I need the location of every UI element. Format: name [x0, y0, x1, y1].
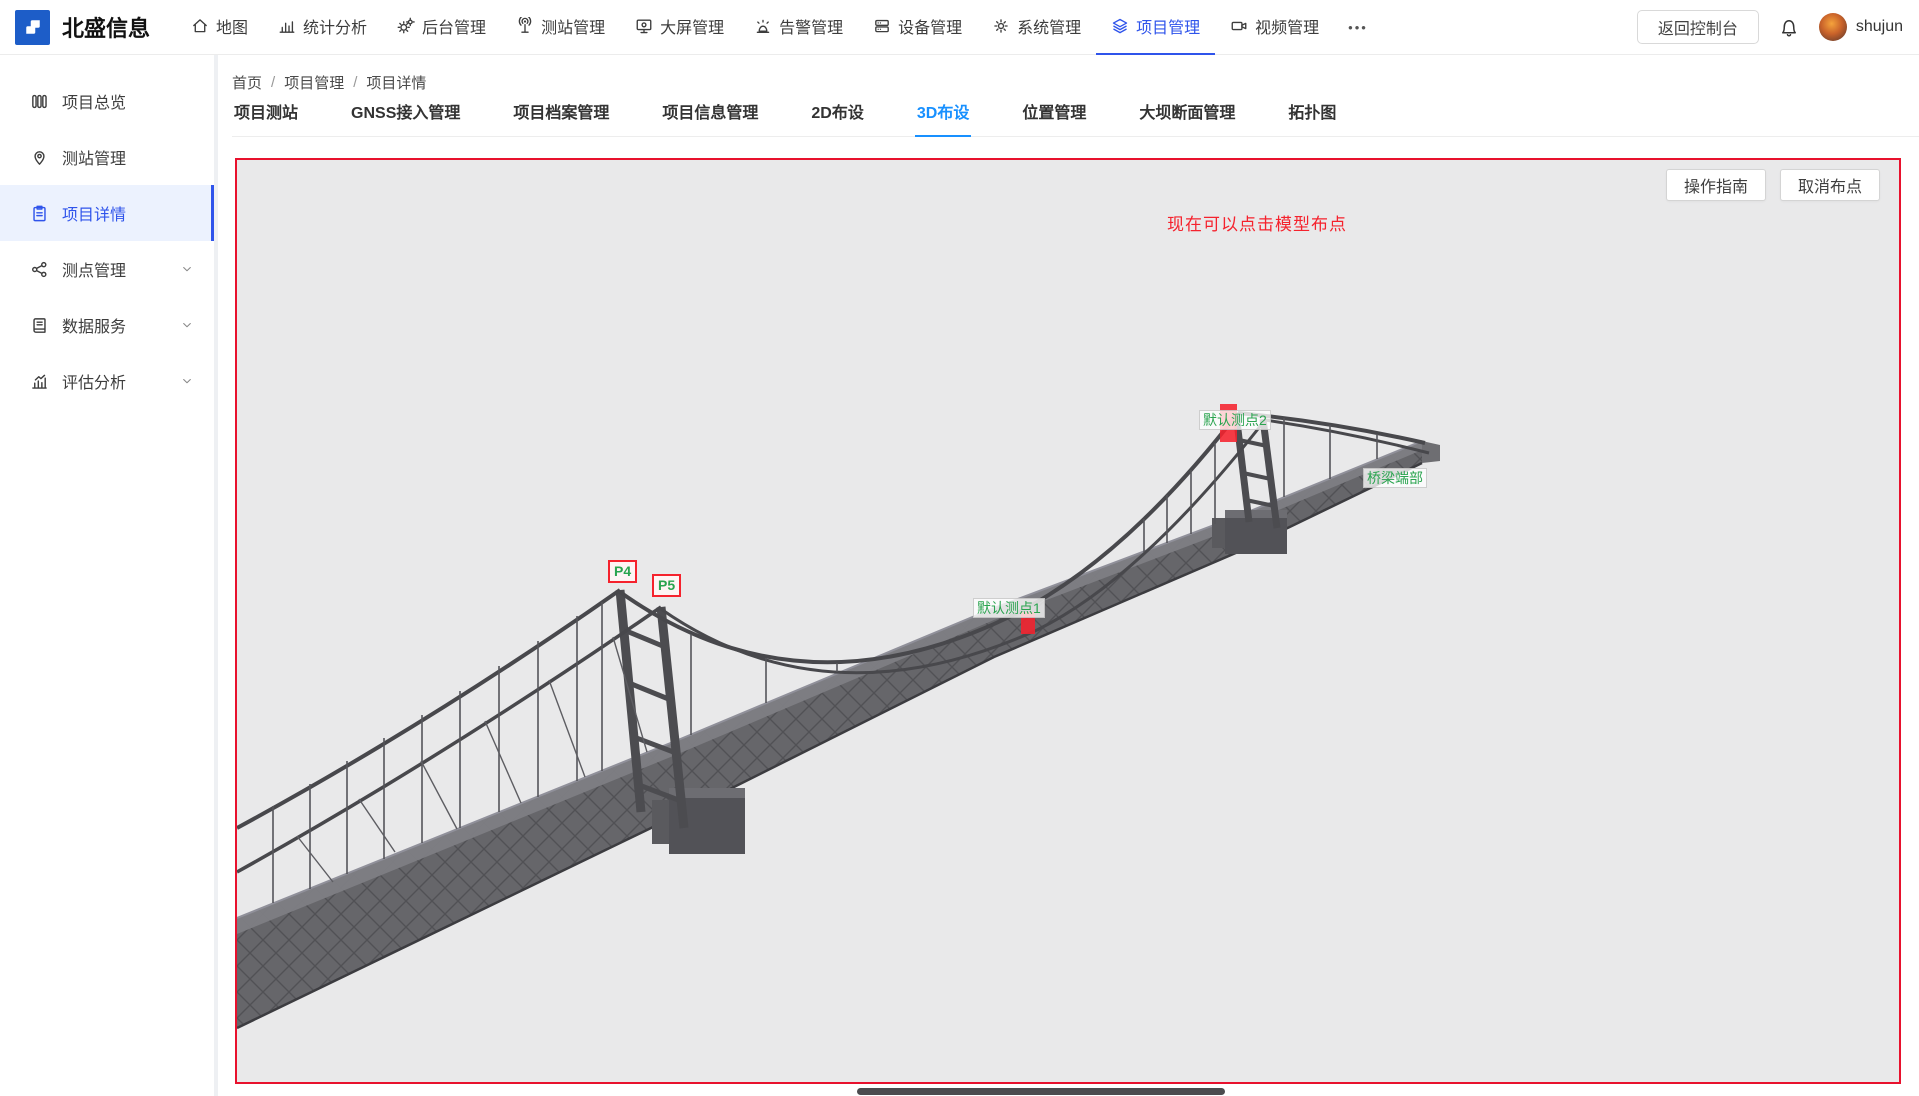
nav-item-backend[interactable]: 后台管理	[382, 0, 501, 55]
tab-gnss-access[interactable]: GNSS接入管理	[349, 99, 462, 137]
3d-layout-viewer[interactable]: 操作指南 取消布点 现在可以点击模型布点 默认测点2 桥梁端部 P4 P5 默认…	[235, 158, 1901, 1084]
bridge-3d-model[interactable]	[237, 160, 1901, 1084]
tab-2d-layout[interactable]: 2D布设	[809, 99, 865, 137]
point-label-default-point-2[interactable]: 默认测点2	[1199, 410, 1271, 430]
chart-icon	[30, 372, 49, 391]
operation-guide-button[interactable]: 操作指南	[1666, 169, 1766, 201]
breadcrumb: 首页 / 项目管理 / 项目详情	[218, 55, 1919, 93]
point-label-p5[interactable]: P5	[652, 574, 681, 597]
point-label-bridge-end[interactable]: 桥梁端部	[1363, 468, 1427, 488]
tab-topology[interactable]: 拓扑图	[1286, 99, 1338, 137]
nav-more-icon[interactable]: •••	[1334, 0, 1382, 55]
chevron-down-icon	[180, 318, 194, 332]
nav-item-devices[interactable]: 设备管理	[858, 0, 977, 55]
sidebar-item-data-service[interactable]: 数据服务	[0, 297, 214, 353]
nav-item-system[interactable]: 系统管理	[977, 0, 1096, 55]
tab-3d-layout[interactable]: 3D布设	[915, 99, 971, 137]
chevron-down-icon	[180, 262, 194, 276]
columns-icon	[30, 92, 49, 111]
placement-hint-text: 现在可以点击模型布点	[1167, 210, 1347, 235]
sidebar-item-project-overview[interactable]: 项目总览	[0, 73, 214, 129]
station-icon	[516, 17, 534, 35]
brand-logo[interactable]	[15, 10, 50, 45]
tab-project-archive[interactable]: 项目档案管理	[511, 99, 611, 137]
map-pin-icon	[30, 148, 49, 167]
tab-project-info[interactable]: 项目信息管理	[660, 99, 760, 137]
bottom-scroll-hint[interactable]	[857, 1088, 1225, 1095]
nav-item-map[interactable]: 地图	[176, 0, 263, 55]
device-icon	[873, 17, 891, 35]
sidebar-item-point-management[interactable]: 测点管理	[0, 241, 214, 297]
viewer-toolbar: 操作指南 取消布点	[1666, 169, 1880, 201]
breadcrumb-separator: /	[271, 74, 275, 91]
clipboard-icon	[30, 204, 49, 223]
system-icon	[992, 17, 1010, 35]
backend-icon	[397, 17, 415, 35]
brand-name: 北盛信息	[62, 11, 150, 43]
sidebar-item-station-management[interactable]: 测站管理	[0, 129, 214, 185]
breadcrumb-project-detail: 项目详情	[366, 72, 426, 93]
breadcrumb-project-management[interactable]: 项目管理	[284, 72, 344, 93]
point-label-p4[interactable]: P4	[608, 560, 637, 583]
layers-icon	[1111, 17, 1129, 35]
nav-item-projects[interactable]: 项目管理	[1096, 0, 1215, 55]
avatar[interactable]	[1819, 13, 1847, 41]
breadcrumb-home[interactable]: 首页	[232, 72, 262, 93]
alarm-icon	[754, 17, 772, 35]
video-icon	[1230, 17, 1248, 35]
tab-position-management[interactable]: 位置管理	[1020, 99, 1088, 137]
content-panel: 首页 / 项目管理 / 项目详情 项目测站 GNSS接入管理 项目档案管理 项目…	[218, 55, 1919, 1096]
notification-bell-icon[interactable]	[1779, 17, 1799, 37]
stats-icon	[278, 17, 296, 35]
nodes-icon	[30, 260, 49, 279]
nav-item-stats[interactable]: 统计分析	[263, 0, 382, 55]
breadcrumb-separator: /	[353, 74, 357, 91]
header-right: 返回控制台 shujun	[1637, 10, 1919, 44]
tab-dam-section-management[interactable]: 大坝断面管理	[1137, 99, 1237, 137]
back-to-console-button[interactable]: 返回控制台	[1637, 10, 1759, 44]
nav-item-alerts[interactable]: 告警管理	[739, 0, 858, 55]
top-header: 北盛信息 地图 统计分析 后台管理 测站管理 大屏管理 告警管理 设备管理	[0, 0, 1919, 55]
tab-project-stations[interactable]: 项目测站	[232, 99, 300, 137]
nav-item-bigscreen[interactable]: 大屏管理	[620, 0, 739, 55]
cancel-placement-button[interactable]: 取消布点	[1780, 169, 1880, 201]
sidebar-item-assessment[interactable]: 评估分析	[0, 353, 214, 409]
chevron-down-icon	[180, 374, 194, 388]
logo-glyph-icon	[21, 15, 45, 39]
home-icon	[191, 17, 209, 35]
username: shujun	[1856, 18, 1903, 36]
sidebar-item-project-detail[interactable]: 项目详情	[0, 185, 214, 241]
point-label-default-point-1[interactable]: 默认测点1	[973, 598, 1045, 618]
detail-tabs: 项目测站 GNSS接入管理 项目档案管理 项目信息管理 2D布设 3D布设 位置…	[232, 101, 1919, 137]
sidebar: 项目总览 测站管理 项目详情 测点管理 数据服务 评估分析	[0, 55, 214, 1096]
screen-icon	[635, 17, 653, 35]
nav-item-stations[interactable]: 测站管理	[501, 0, 620, 55]
book-icon	[30, 316, 49, 335]
main-nav: 地图 统计分析 后台管理 测站管理 大屏管理 告警管理 设备管理 系统管理	[176, 0, 1382, 55]
nav-item-video[interactable]: 视频管理	[1215, 0, 1334, 55]
user-menu[interactable]: shujun	[1819, 13, 1903, 41]
